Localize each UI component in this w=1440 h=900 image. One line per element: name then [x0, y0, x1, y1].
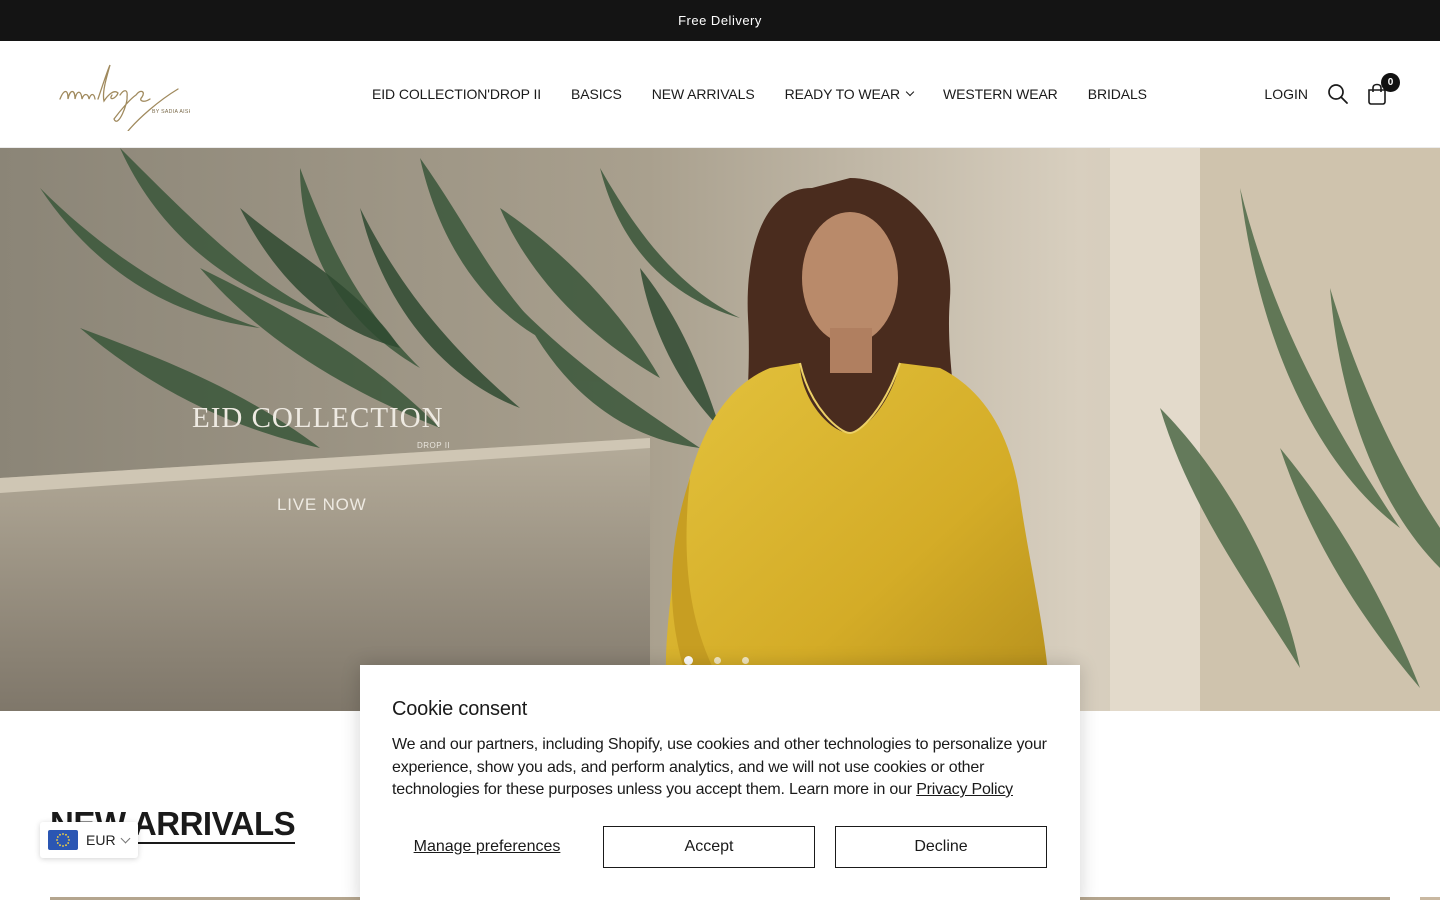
- nav-label: NEW ARRIVALS: [651, 86, 755, 102]
- nav-item-bridals[interactable]: BRIDALS: [1088, 86, 1147, 102]
- slide-dot-2[interactable]: [714, 657, 721, 664]
- cart-count-badge: 0: [1381, 73, 1400, 92]
- currency-code: EUR: [86, 832, 116, 848]
- site-header: BY SADIA AISH EID COLLECTION'DROP II BAS…: [0, 41, 1440, 148]
- hero-title: EID COLLECTION: [192, 402, 444, 434]
- main-nav: EID COLLECTION'DROP II BASICS NEW ARRIVA…: [372, 41, 1177, 147]
- nav-item-eid-collection[interactable]: EID COLLECTION'DROP II: [372, 86, 541, 102]
- chevron-down-icon: [120, 833, 131, 843]
- slide-dot-1[interactable]: [684, 656, 693, 665]
- brand-logo[interactable]: BY SADIA AISH: [58, 59, 192, 132]
- cookie-consent-dialog: Cookie consent We and our partners, incl…: [360, 665, 1080, 900]
- hero-subtitle: DROP II: [417, 441, 451, 450]
- nav-label: READY TO WEAR: [784, 86, 901, 102]
- header-actions: LOGIN 0: [1264, 41, 1404, 147]
- logo-subtext: BY SADIA AISH: [152, 109, 190, 115]
- privacy-policy-link[interactable]: Privacy Policy: [916, 781, 1013, 798]
- cookie-actions: Manage preferences Accept Decline: [392, 826, 1048, 868]
- nav-item-ready-to-wear[interactable]: READY TO WEAR: [784, 86, 915, 102]
- nav-label: EID COLLECTION'DROP II: [372, 86, 542, 102]
- slide-pagination: [684, 656, 770, 665]
- currency-selector[interactable]: EUR: [40, 822, 138, 858]
- announcement-text: Free Delivery: [678, 13, 762, 28]
- logo-mark: BY SADIA AISH: [59, 64, 192, 132]
- eu-flag-icon: [48, 830, 78, 850]
- nav-item-western-wear[interactable]: WESTERN WEAR: [943, 86, 1058, 102]
- nav-label: BASICS: [571, 86, 622, 102]
- nav-item-basics[interactable]: BASICS: [571, 86, 622, 102]
- hero-cta-link[interactable]: LIVE NOW: [277, 495, 367, 515]
- hero-slideshow[interactable]: EID COLLECTION DROP II LIVE NOW: [0, 148, 1440, 711]
- shopping-bag-icon[interactable]: 0: [1365, 73, 1400, 106]
- chevron-down-icon: [905, 87, 915, 97]
- accept-button[interactable]: Accept: [603, 826, 815, 868]
- nav-item-new-arrivals[interactable]: NEW ARRIVALS: [652, 86, 755, 102]
- slide-dot-3[interactable]: [742, 657, 749, 664]
- announcement-bar: Free Delivery: [0, 0, 1440, 41]
- cookie-description: We and our partners, including Shopify, …: [392, 734, 1048, 802]
- nav-label: BRIDALS: [1087, 86, 1147, 102]
- decline-button[interactable]: Decline: [835, 826, 1047, 868]
- search-icon[interactable]: [1326, 82, 1350, 106]
- login-link[interactable]: LOGIN: [1264, 86, 1308, 102]
- nav-label: WESTERN WEAR: [943, 86, 1058, 102]
- manage-preferences-button[interactable]: Manage preferences: [392, 838, 582, 856]
- cookie-title: Cookie consent: [392, 698, 528, 720]
